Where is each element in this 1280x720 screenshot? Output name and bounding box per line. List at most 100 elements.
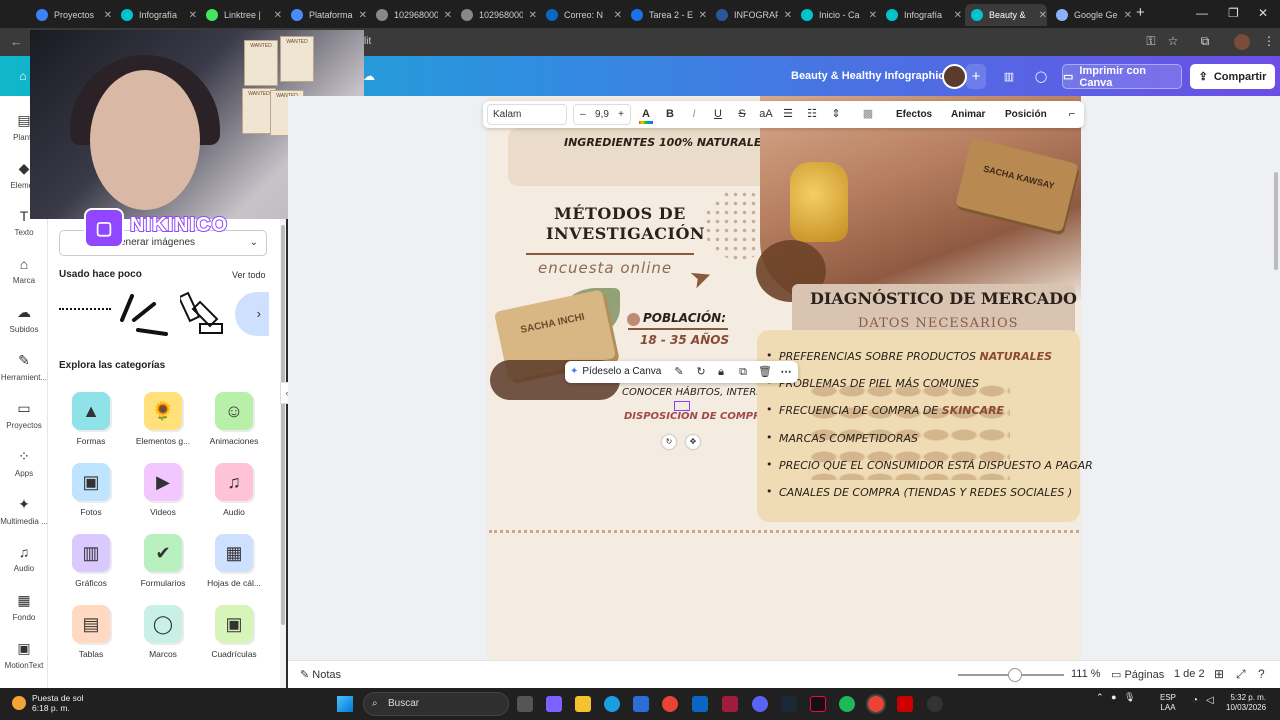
position-button[interactable]: Posición	[1005, 105, 1047, 124]
rail-item[interactable]: ✎ Herramient...	[0, 352, 48, 382]
panel-scrollbar-thumb[interactable]	[281, 225, 285, 625]
more-options-icon[interactable]: ⋯	[778, 364, 794, 380]
category-tile[interactable]: 🌻 Elementos g...	[125, 392, 201, 446]
extensions-icon[interactable]: ⧉	[1198, 34, 1212, 48]
close-window-icon[interactable]: ✕	[1258, 6, 1268, 20]
tab-close-icon[interactable]: ✕	[189, 10, 197, 21]
browser-tab[interactable]: Infografía ✕	[115, 4, 197, 26]
outlook-icon[interactable]	[692, 696, 708, 712]
chrome-icon[interactable]	[662, 696, 678, 712]
spacing-icon[interactable]: ⇕	[829, 105, 843, 124]
rotate-handle-icon[interactable]: ↻	[662, 435, 676, 449]
print-with-canva-button[interactable]: ▭ Imprimir con Canva	[1062, 64, 1182, 89]
move-handle-icon[interactable]: ✥	[686, 435, 700, 449]
rotate-icon[interactable]: ↻	[693, 364, 709, 380]
category-tile[interactable]: ▥ Gráficos	[53, 534, 129, 588]
tab-close-icon[interactable]: ✕	[784, 10, 792, 21]
store-icon[interactable]	[633, 696, 649, 712]
tab-close-icon[interactable]: ✕	[444, 10, 452, 21]
weather-widget[interactable]: Puesta de sol 6:18 p. m.	[12, 693, 84, 713]
tab-close-icon[interactable]: ✕	[954, 10, 962, 21]
tab-close-icon[interactable]: ✕	[104, 10, 112, 21]
underline-icon[interactable]: U	[711, 105, 725, 124]
obs-icon[interactable]	[927, 696, 943, 712]
taskbar-search[interactable]: ⌕ Buscar	[363, 692, 509, 716]
rail-item[interactable]: ☁ Subidos	[0, 304, 48, 334]
document-title[interactable]: Beauty & Healthy Infographic	[791, 70, 944, 82]
category-tile[interactable]: ▤ Tablas	[53, 605, 129, 659]
browser-profile-avatar[interactable]	[1234, 34, 1250, 50]
share-button[interactable]: ⇪ Compartir	[1190, 64, 1275, 89]
tab-close-icon[interactable]: ✕	[359, 10, 367, 21]
microphone-icon[interactable]: 🎙︎	[1124, 692, 1135, 702]
zoom-level[interactable]: 111 %	[1071, 668, 1101, 680]
animate-button[interactable]: Animar	[951, 105, 985, 124]
diagnosis-subtitle[interactable]: DATOS NECESARIOS	[858, 316, 1019, 331]
needs-list-item[interactable]: MARCAS COMPETIDORAS	[766, 431, 1093, 459]
population-dot[interactable]	[627, 313, 640, 326]
new-tab-button[interactable]: +	[1136, 4, 1145, 21]
category-tile[interactable]: ▣ Cuadrículas	[196, 605, 272, 659]
home-icon[interactable]: ⌂	[16, 69, 30, 83]
font-size-value[interactable]: 9,9	[595, 109, 609, 120]
needs-list-item[interactable]: PRECIO QUE EL CONSUMIDOR ESTÁ DISPUESTO …	[766, 458, 1093, 486]
letter-case-icon[interactable]: aA	[757, 105, 775, 124]
browser-tab[interactable]: Tarea 2 - E ✕	[625, 4, 707, 26]
insights-chart-icon[interactable]: ▥	[997, 64, 1021, 89]
rail-item[interactable]: ✦ Multimedia ...	[0, 496, 48, 526]
rail-item[interactable]: ⁘ Apps	[0, 448, 48, 478]
browser-tab[interactable]: Correo: N ✕	[540, 4, 622, 26]
magic-edit-icon[interactable]: ✎	[671, 364, 687, 380]
age-range[interactable]: 18 - 35 AÑOS	[640, 333, 729, 347]
browser-tab[interactable]: Beauty & ✕	[965, 4, 1047, 26]
steam-icon[interactable]	[781, 696, 797, 712]
font-size-increase[interactable]: +	[618, 105, 624, 124]
browser-tab[interactable]: Plataforma ✕	[285, 4, 367, 26]
rail-item[interactable]: ▭ Proyectos	[0, 400, 48, 430]
help-icon[interactable]: ?	[1258, 667, 1265, 681]
tab-close-icon[interactable]: ✕	[869, 10, 877, 21]
methods-underline[interactable]	[526, 253, 694, 255]
tab-close-icon[interactable]: ✕	[699, 10, 707, 21]
text-color-icon[interactable]: A	[639, 105, 653, 124]
rail-item[interactable]: ▣ MotionText	[0, 640, 48, 670]
language-indicator[interactable]: ESP LAA	[1160, 693, 1176, 713]
system-tray[interactable]: ⌃ ● 🎙︎	[1096, 692, 1135, 703]
habits-text[interactable]: CONOCER HÁBITOS, INTERÉS	[622, 387, 769, 398]
selection-box[interactable]	[674, 401, 690, 411]
font-size-stepper[interactable]: – 9,9 +	[573, 104, 631, 125]
chrome-active-icon[interactable]	[868, 696, 884, 712]
survey-text[interactable]: encuesta online	[538, 259, 672, 277]
file-explorer-icon[interactable]	[575, 696, 591, 712]
recent-dotted-line[interactable]	[59, 308, 111, 310]
grid-view-icon[interactable]: ⊞	[1214, 667, 1224, 681]
population-underline[interactable]	[628, 328, 728, 330]
notes-button[interactable]: ✎ Notas	[300, 668, 341, 681]
recent-brush-strokes[interactable]	[118, 290, 168, 338]
rail-item[interactable]: ♫ Audio	[0, 544, 48, 573]
add-collaborator-button[interactable]: +	[966, 64, 986, 89]
app-icon[interactable]	[722, 696, 738, 712]
category-tile[interactable]: ▲ Formas	[53, 392, 129, 446]
url-text[interactable]: lit	[364, 36, 371, 47]
transparency-icon[interactable]: ▩	[861, 105, 875, 124]
browser-tab[interactable]: 102968000 ✕	[455, 4, 537, 26]
tiktok-icon[interactable]	[810, 696, 826, 712]
oil-bottle[interactable]	[790, 162, 848, 242]
font-size-decrease[interactable]: –	[580, 105, 586, 124]
category-tile[interactable]: ▦ Hojas de cál...	[196, 534, 272, 588]
category-tile[interactable]: ☺ Animaciones	[196, 392, 272, 446]
discord-icon[interactable]	[752, 696, 768, 712]
browser-tab[interactable]: INFOGRAF ✕	[710, 4, 792, 26]
minimize-icon[interactable]: —	[1196, 6, 1208, 20]
taskbar-clock[interactable]: 5:32 p. m. 10/03/2026	[1226, 693, 1266, 713]
effects-button[interactable]: Efectos	[896, 105, 932, 124]
wifi-icon[interactable]: ◔	[1192, 695, 1198, 706]
category-tile[interactable]: ✔ Formularios	[125, 534, 201, 588]
methods-title[interactable]: MÉTODOS DE INVESTIGACIÓN	[546, 204, 705, 244]
chevron-up-icon[interactable]: ⌃	[1096, 692, 1104, 702]
tab-close-icon[interactable]: ✕	[274, 10, 282, 21]
browser-tab[interactable]: Infografía ✕	[880, 4, 962, 26]
lock-icon[interactable]: 🔒︎	[713, 364, 729, 380]
browser-menu-icon[interactable]: ⋮	[1262, 34, 1276, 48]
